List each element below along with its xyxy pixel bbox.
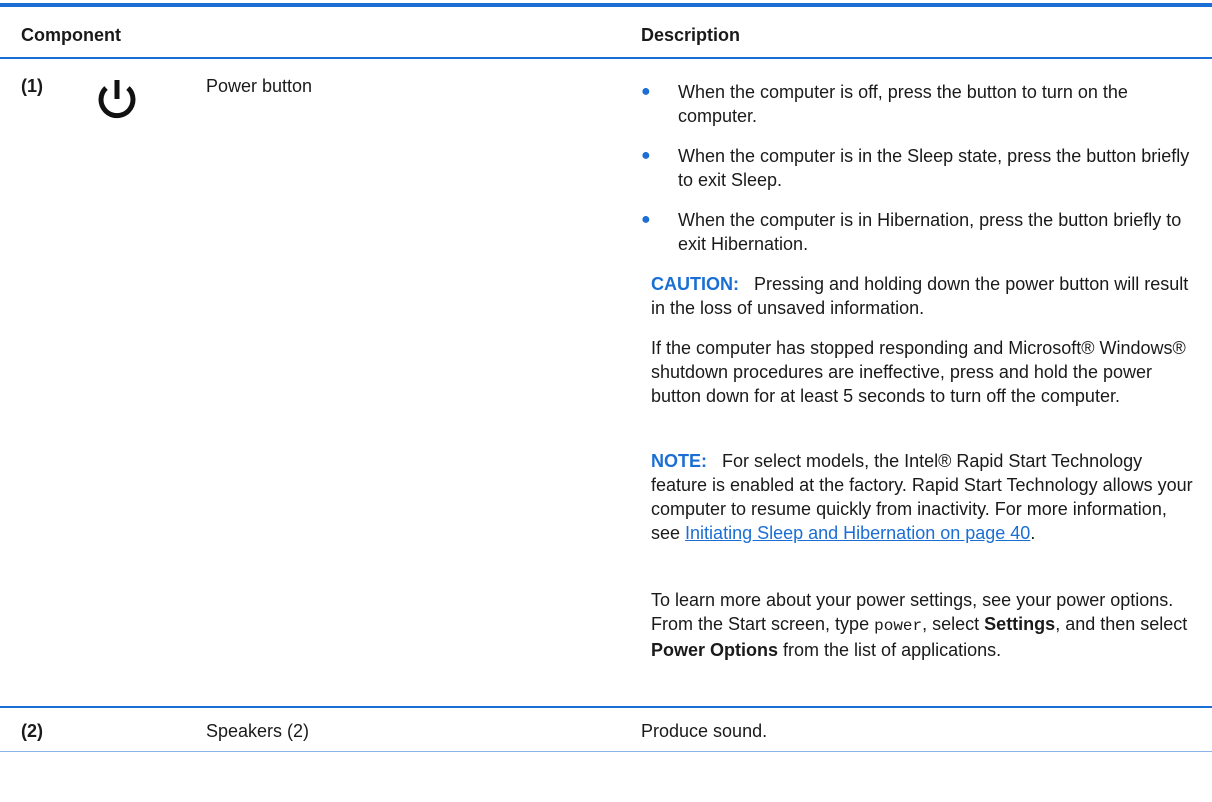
note-label: NOTE: — [651, 451, 707, 471]
caution-label: CAUTION: — [651, 274, 739, 294]
table-top-rule — [0, 3, 1212, 7]
component-name: Speakers (2) — [206, 721, 310, 741]
row-number: (2) — [21, 721, 43, 741]
power-icon — [98, 80, 136, 119]
column-header-component: Component — [21, 25, 121, 45]
component-name: Power button — [206, 76, 313, 96]
bullet-icon: ● — [641, 147, 651, 164]
row-number: (1) — [21, 76, 43, 96]
code-power: power — [874, 617, 923, 635]
para-text: from the list of applications. — [783, 640, 1002, 660]
bullet-text: When the computer is in the Sleep state,… — [678, 146, 1190, 190]
column-header-description: Description — [641, 25, 741, 45]
bullet-text: When the computer is off, press the butt… — [678, 82, 1128, 126]
unresponsive-paragraph: If the computer has stopped responding a… — [651, 338, 1186, 406]
bullet-icon: ● — [641, 83, 651, 100]
bullet-icon: ● — [641, 211, 651, 228]
caution-paragraph: CAUTION: Pressing and holding down the p… — [651, 272, 1196, 320]
para-text: , select — [922, 614, 980, 634]
power-settings-paragraph: To learn more about your power settings,… — [651, 588, 1196, 662]
settings-keyword: Settings — [984, 614, 1056, 634]
component-description: Produce sound. — [641, 721, 768, 741]
header-divider — [0, 57, 1212, 59]
initiating-sleep-link[interactable]: Initiating Sleep and Hibernation on page… — [685, 523, 1030, 543]
note-paragraph: NOTE: For select models, the Intel® Rapi… — [651, 449, 1196, 545]
power-options-keyword: Power Options — [651, 640, 779, 660]
row-divider — [0, 706, 1212, 708]
table-bottom-rule — [0, 751, 1212, 752]
note-end: . — [1030, 523, 1036, 543]
bullet-text: When the computer is in Hibernation, pre… — [678, 210, 1182, 254]
para-text: , and then select — [1055, 614, 1188, 634]
